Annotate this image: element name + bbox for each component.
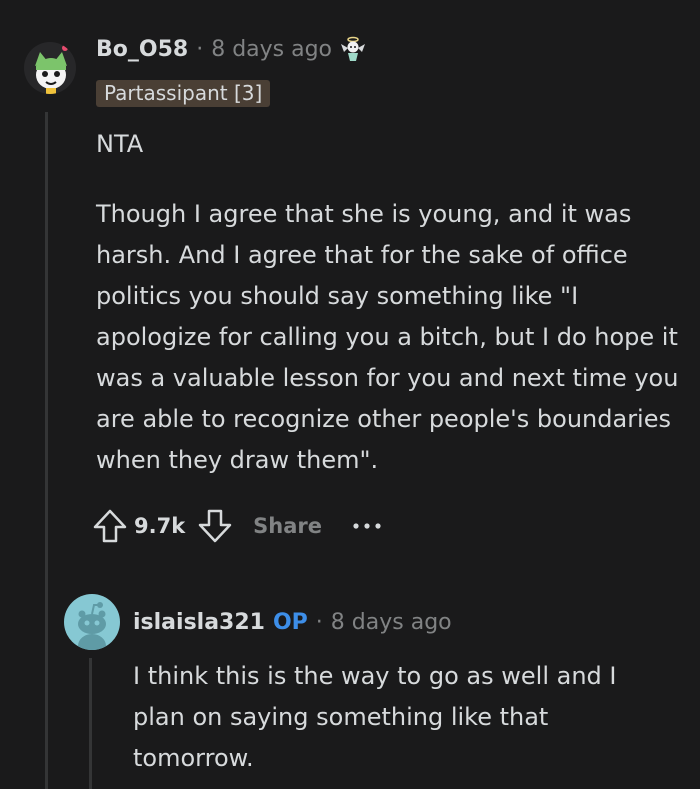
thread-line-reply[interactable] [89, 658, 92, 789]
username[interactable]: Bo_O58 [96, 37, 188, 62]
comment-meta: Bo_O58 · 8 days ago [96, 34, 366, 64]
reply-username[interactable]: islaisla321 [133, 610, 265, 635]
reply-avatar[interactable] [64, 594, 120, 650]
vote-score: 9.7k [134, 514, 186, 538]
comment-actions: 9.7k Share [90, 504, 382, 548]
reply-timestamp[interactable]: 8 days ago [331, 610, 452, 635]
more-options-icon[interactable] [352, 504, 382, 548]
comment-paragraph: Though I agree that she is young, and it… [96, 200, 679, 474]
reply-text: I think this is the way to go as well an… [133, 662, 617, 772]
share-button[interactable]: Share [253, 514, 322, 538]
angel-award-icon[interactable] [340, 36, 366, 62]
user-flair: Partassipant [3] [96, 80, 271, 107]
downvote-icon[interactable] [195, 504, 235, 548]
timestamp[interactable]: 8 days ago [211, 37, 332, 62]
separator: · [315, 609, 323, 635]
snoo-avatar-icon [78, 602, 106, 650]
reply-meta: islaisla321 OP · 8 days ago [133, 607, 452, 637]
comment-paragraph: NTA [96, 130, 144, 158]
op-badge: OP [272, 609, 308, 635]
snoo-avatar-icon [35, 45, 68, 94]
separator: · [196, 36, 204, 62]
avatar[interactable] [24, 42, 76, 94]
upvote-icon[interactable] [90, 504, 130, 548]
thread-line-main[interactable] [45, 112, 48, 789]
